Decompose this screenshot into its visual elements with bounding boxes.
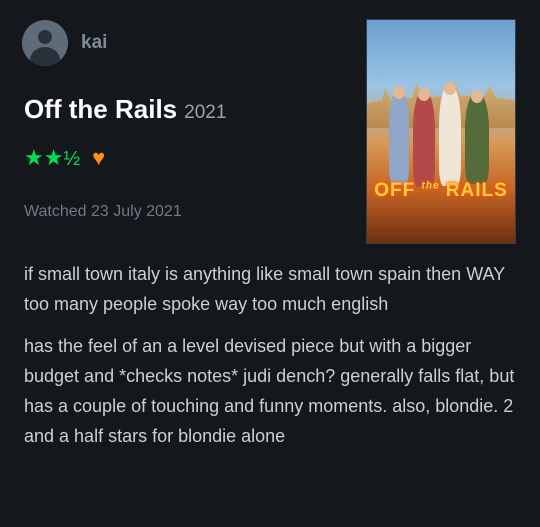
avatar-body-shape xyxy=(30,47,60,66)
poster-figure xyxy=(389,90,409,185)
avatar-head-shape xyxy=(38,30,52,44)
heart-icon: ♥ xyxy=(92,145,106,170)
review-body: if small town italy is anything like sma… xyxy=(24,259,520,463)
full-stars: ★★ xyxy=(24,145,64,170)
avatar[interactable] xyxy=(22,20,68,66)
poster-title-text: OFF the RAILS xyxy=(367,180,515,202)
poster-figure xyxy=(465,94,489,184)
poster-face xyxy=(418,88,430,101)
poster-face xyxy=(444,82,456,95)
poster-title-mid: the xyxy=(421,180,440,192)
film-poster[interactable]: OFF the RAILS xyxy=(366,19,516,244)
review-header: kai xyxy=(22,20,107,66)
film-title-link[interactable]: Off the Rails xyxy=(24,94,177,125)
half-star: ½ xyxy=(63,148,81,170)
film-year-link[interactable]: 2021 xyxy=(184,102,226,124)
watched-date: Watched 23 July 2021 xyxy=(24,203,182,220)
poster-figure xyxy=(413,92,435,187)
film-title-row: Off the Rails 2021 xyxy=(24,94,226,125)
review-paragraph: has the feel of an a level devised piece… xyxy=(24,336,515,446)
poster-title-right: RAILS xyxy=(445,180,508,201)
poster-face xyxy=(471,90,483,103)
poster-title-left: OFF xyxy=(374,180,416,201)
username-link[interactable]: kai xyxy=(81,32,107,54)
star-rating: ★★½ xyxy=(24,145,80,171)
poster-face xyxy=(393,86,405,99)
poster-figure xyxy=(439,86,461,186)
rating-row: ★★½ ♥ xyxy=(24,145,105,171)
review-paragraph: if small town italy is anything like sma… xyxy=(24,264,505,314)
